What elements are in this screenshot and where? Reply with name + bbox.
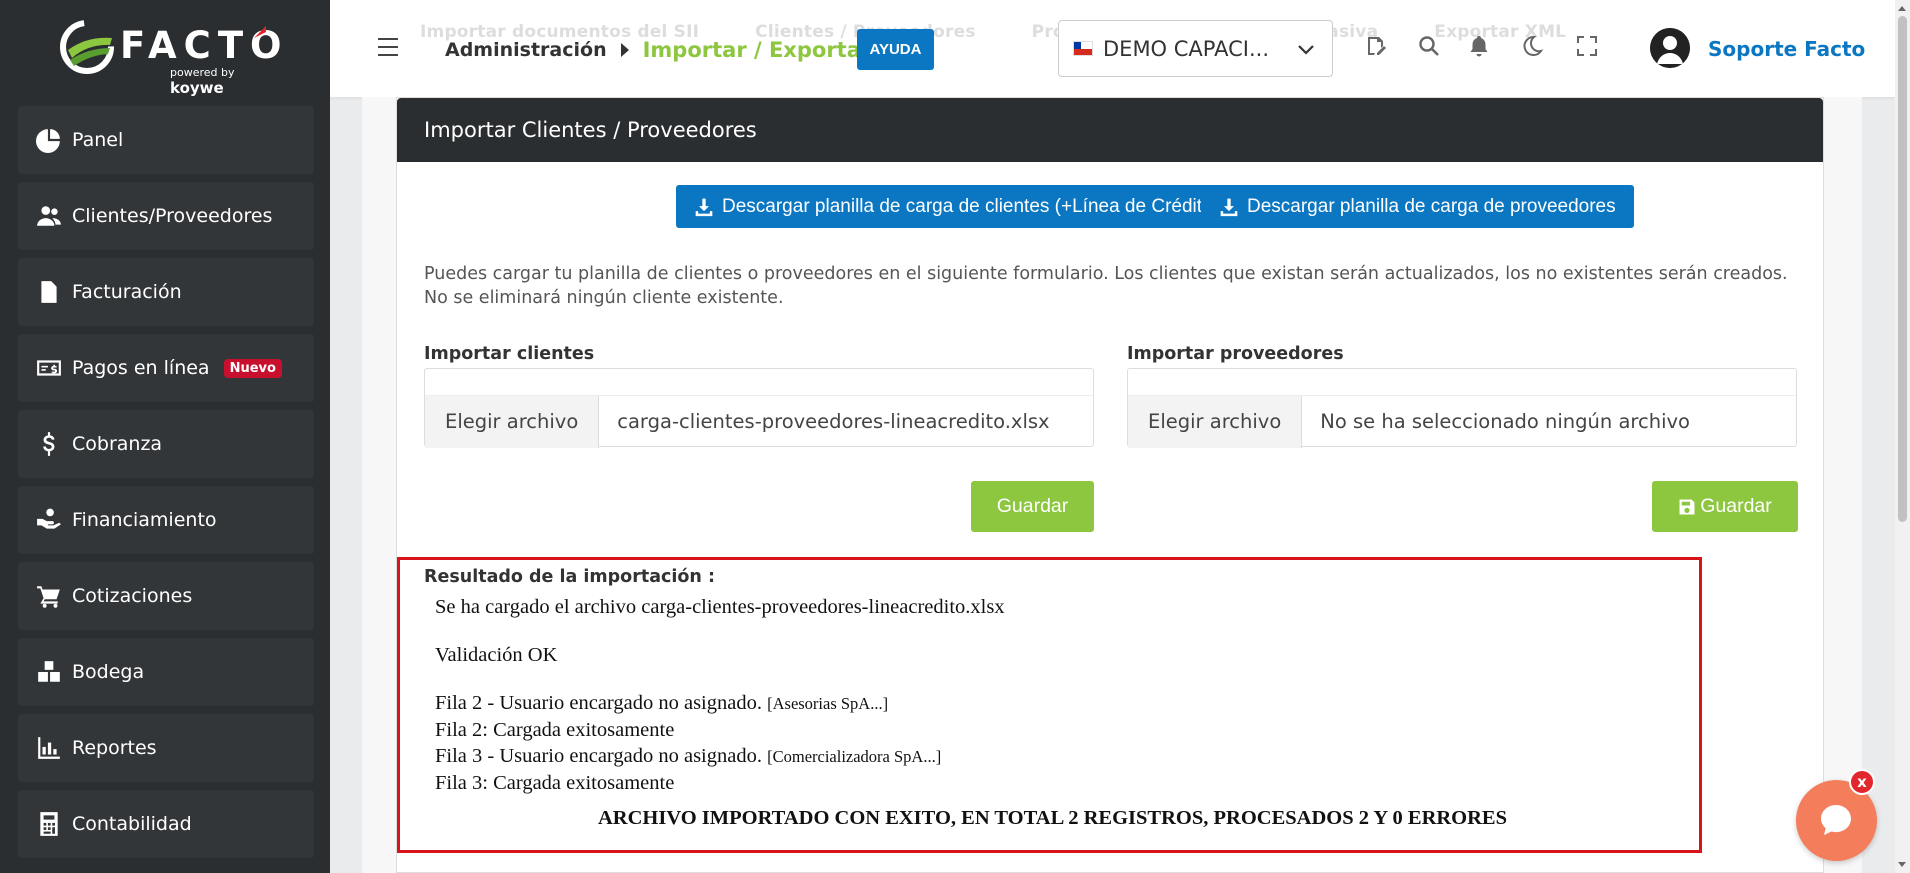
sidebar-item-label: Clientes/Proveedores xyxy=(72,205,273,227)
logo-powered-by: powered by koywe xyxy=(170,66,235,97)
sidebar-item-label: Pagos en línea xyxy=(72,357,210,379)
scroll-thumb[interactable] xyxy=(1898,16,1907,522)
suppliers-file-name: No se ha seleccionado ningún archivo xyxy=(1320,410,1690,433)
sidebar-item-cobranza[interactable]: Cobranza xyxy=(18,410,314,478)
download-icon xyxy=(695,198,713,216)
result-title: Resultado de la importación : xyxy=(424,567,715,587)
help-button[interactable]: AYUDA xyxy=(857,29,934,70)
result-validation-line: Validación OK xyxy=(435,644,558,666)
moon-icon[interactable] xyxy=(1520,34,1546,60)
boxes-icon xyxy=(34,657,64,687)
money-icon xyxy=(34,353,64,383)
download-icon xyxy=(1220,198,1238,216)
sidebar-item-cotizaciones[interactable]: Cotizaciones xyxy=(18,562,314,630)
breadcrumb-current: Importar / Exportar xyxy=(642,38,872,62)
pie-chart-icon xyxy=(34,125,64,155)
button-label: Descargar planilla de carga de clientes … xyxy=(722,195,1219,217)
clients-choose-file-button[interactable]: Elegir archivo xyxy=(425,395,600,448)
save-clients-button[interactable]: Guardar xyxy=(971,481,1094,532)
clients-file-input[interactable]: Elegir archivo carga-clientes-proveedore… xyxy=(424,368,1094,448)
hand-coins-icon xyxy=(34,505,64,535)
result-summary: ARCHIVO IMPORTADO CON EXITO, EN TOTAL 2 … xyxy=(598,807,1507,829)
sidebar-item-label: Facturación xyxy=(72,281,182,303)
sidebar-item-label: Reportes xyxy=(72,737,157,759)
save-suppliers-button[interactable]: Guardar xyxy=(1652,481,1798,532)
download-clients-template-button[interactable]: Descargar planilla de carga de clientes … xyxy=(676,185,1237,228)
clients-file-name: carga-clientes-proveedores-lineacredito.… xyxy=(617,410,1050,433)
chevron-down-icon xyxy=(1298,44,1314,55)
company-name: DEMO CAPACI... xyxy=(1103,36,1269,61)
logo-accent-icon xyxy=(254,26,266,38)
users-icon xyxy=(34,201,64,231)
sidebar-item-label: Contabilidad xyxy=(72,813,192,835)
facto-logo[interactable]: FACTO powered by koywe xyxy=(58,18,282,97)
ghost-tab: Exportar XML xyxy=(1434,22,1567,42)
topbar: Importar documentos del SIIClientes / Pr… xyxy=(330,0,1895,97)
search-icon[interactable] xyxy=(1417,34,1443,60)
fullscreen-icon[interactable] xyxy=(1575,34,1601,60)
import-card: Importar Clientes / Proveedores Descarga… xyxy=(396,97,1824,873)
edit-document-icon[interactable] xyxy=(1364,34,1390,60)
user-avatar[interactable] xyxy=(1650,28,1690,68)
cart-icon xyxy=(34,581,64,611)
sidebar-item-label: Panel xyxy=(72,129,124,151)
breadcrumb-root[interactable]: Administración xyxy=(445,39,607,61)
button-label: Descargar planilla de carga de proveedor… xyxy=(1247,195,1616,217)
import-result-box: Resultado de la importación : Se ha carg… xyxy=(397,557,1702,853)
breadcrumb: Administración Importar / Exportar xyxy=(445,38,871,62)
sidebar-item-pagos-en-linea[interactable]: Pagos en línea Nuevo xyxy=(18,334,314,402)
sidebar-item-contabilidad[interactable]: Contabilidad xyxy=(18,790,314,858)
bell-icon[interactable] xyxy=(1467,34,1493,60)
import-description: Puedes cargar tu planilla de clientes o … xyxy=(424,264,1788,308)
chat-bubble-icon xyxy=(1821,805,1851,835)
sidebar-item-bodega[interactable]: Bodega xyxy=(18,638,314,706)
chat-close-button[interactable]: x xyxy=(1849,769,1875,795)
suppliers-file-input[interactable]: Elegir archivo No se ha seleccionado nin… xyxy=(1127,368,1797,448)
sidebar-item-panel[interactable]: Panel xyxy=(18,106,314,174)
card-title: Importar Clientes / Proveedores xyxy=(397,98,1823,162)
download-suppliers-template-button[interactable]: Descargar planilla de carga de proveedor… xyxy=(1201,185,1634,228)
sidebar-item-label: Cotizaciones xyxy=(72,585,193,607)
floppy-disk-icon xyxy=(1679,499,1695,514)
chile-flag-icon xyxy=(1073,41,1093,56)
breadcrumb-arrow-icon xyxy=(620,43,629,57)
button-label: Guardar xyxy=(1700,495,1772,517)
result-row-line: Fila 2: Cargada exitosamente xyxy=(435,719,675,741)
suppliers-choose-file-button[interactable]: Elegir archivo xyxy=(1128,395,1303,448)
clients-import-label: Importar clientes xyxy=(424,344,595,364)
sidebar-item-label: Bodega xyxy=(72,661,145,683)
sidebar-item-label: Cobranza xyxy=(72,433,163,455)
suppliers-import-label: Importar proveedores xyxy=(1127,344,1344,364)
page-scrollbar[interactable] xyxy=(1895,0,1910,873)
result-row-line: Fila 3 - Usuario encargado no asignado. … xyxy=(435,745,942,767)
user-name[interactable]: Soporte Facto xyxy=(1708,37,1865,61)
bar-chart-icon xyxy=(34,733,64,763)
result-row-line: Fila 2 - Usuario encargado no asignado. … xyxy=(435,692,889,714)
facto-swoosh-icon xyxy=(60,20,114,74)
sidebar-item-clientes-proveedores[interactable]: Clientes/Proveedores xyxy=(18,182,314,250)
new-badge: Nuevo xyxy=(223,358,282,378)
sidebar: FACTO powered by koywe Panel Clientes/Pr… xyxy=(0,0,330,873)
sidebar-nav: Panel Clientes/Proveedores Facturación P… xyxy=(18,106,314,866)
dollar-icon xyxy=(34,429,64,459)
sidebar-item-financiamiento[interactable]: Financiamiento xyxy=(18,486,314,554)
scroll-down-arrow-icon[interactable] xyxy=(1898,862,1906,867)
sidebar-item-reportes[interactable]: Reportes xyxy=(18,714,314,782)
result-log: Se ha cargado el archivo carga-clientes-… xyxy=(435,594,1005,796)
scroll-up-arrow-icon[interactable] xyxy=(1898,6,1906,11)
sidebar-item-label: Financiamiento xyxy=(72,509,217,531)
result-row-line: Fila 3: Cargada exitosamente xyxy=(435,772,675,794)
menu-toggle-icon[interactable] xyxy=(378,38,398,56)
calculator-icon xyxy=(34,809,64,839)
company-select[interactable]: DEMO CAPACI... xyxy=(1058,20,1333,77)
sidebar-item-facturacion[interactable]: Facturación xyxy=(18,258,314,326)
result-loaded-line: Se ha cargado el archivo carga-clientes-… xyxy=(435,596,1005,618)
document-icon xyxy=(34,277,64,307)
